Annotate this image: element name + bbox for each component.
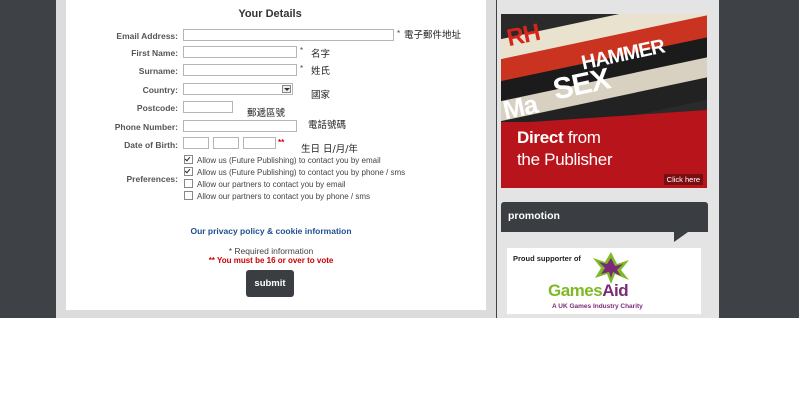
phone-cjk-label: 電話號碼 xyxy=(308,120,347,131)
direct-from-publisher-ad[interactable]: RH SEX HAMMER Ma Direct from the Publish… xyxy=(501,14,707,188)
phone-field[interactable] xyxy=(183,120,297,132)
dob-day-field[interactable] xyxy=(183,137,209,149)
gamesaid-wordmark-aid: Aid xyxy=(602,281,629,300)
submit-button[interactable]: submit xyxy=(246,270,294,297)
surname-cjk-label: 姓氏 xyxy=(311,66,331,77)
surname-label: Surname: xyxy=(138,66,178,76)
pref-option-text: Allow us (Future Publishing) to contact … xyxy=(197,168,406,177)
email-required-mark: * xyxy=(397,29,401,38)
surname-required-mark: * xyxy=(300,64,304,73)
ad-headline-bold: Direct xyxy=(517,128,564,147)
ad-headline-line2: the Publisher xyxy=(517,150,613,169)
ad-click-here-link[interactable]: Click here xyxy=(663,174,703,185)
first-name-field[interactable] xyxy=(183,46,297,58)
country-label: Country: xyxy=(142,85,178,95)
email-cjk-label: 電子郵件地址 xyxy=(404,30,462,41)
form-title: Your Details xyxy=(238,8,302,20)
country-selected-value xyxy=(184,90,186,99)
age-requirement-note: ** You must be 16 or over to vote xyxy=(208,256,334,265)
promotion-header-notch xyxy=(674,232,688,242)
postcode-field[interactable] xyxy=(183,101,233,113)
pref-option-partners-phone[interactable]: Allow our partners to contact you by pho… xyxy=(184,191,370,202)
pref-option-text: Allow our partners to contact you by ema… xyxy=(197,180,346,189)
checkbox-icon[interactable] xyxy=(184,191,193,200)
chevron-down-icon[interactable] xyxy=(282,85,291,93)
dob-required-mark: ** xyxy=(278,138,285,147)
preferences-label: Preferences: xyxy=(126,174,178,184)
gamesaid-tagline: A UK Games Industry Charity xyxy=(552,303,643,310)
dob-month-field[interactable] xyxy=(213,137,239,149)
email-label: Email Address: xyxy=(116,31,178,41)
promo-supporter-text: Proud supporter of xyxy=(513,254,581,263)
promotion-header: promotion xyxy=(501,202,708,232)
privacy-policy-link[interactable]: Our privacy policy & cookie information xyxy=(186,226,356,236)
country-cjk-label: 國家 xyxy=(311,90,331,101)
postcode-cjk-label: 郵遞區號 xyxy=(247,108,286,119)
gamesaid-wordmark: GamesAid xyxy=(548,281,629,301)
checkbox-checked-icon[interactable] xyxy=(184,155,193,164)
surname-field[interactable] xyxy=(183,64,297,76)
email-field[interactable] xyxy=(183,29,394,41)
required-info-note: * Required information xyxy=(228,246,314,256)
first-name-label: First Name: xyxy=(131,48,178,58)
dob-cjk-label: 生日 日/月/年 xyxy=(301,144,358,155)
first-name-required-mark: * xyxy=(300,46,304,55)
pref-option-future-email[interactable]: Allow us (Future Publishing) to contact … xyxy=(184,155,381,166)
ad-headline-rest: from xyxy=(563,128,601,147)
ad-headline-line1: Direct from xyxy=(517,128,601,148)
pref-option-partners-email[interactable]: Allow our partners to contact you by ema… xyxy=(184,179,346,190)
pref-option-text: Allow our partners to contact you by pho… xyxy=(197,192,370,201)
gamesaid-wordmark-games: Games xyxy=(548,281,603,300)
first-name-cjk-label: 名字 xyxy=(311,49,331,60)
checkbox-icon[interactable] xyxy=(184,179,193,188)
gamesaid-promo[interactable]: Proud supporter of GamesAid A UK Games I… xyxy=(507,248,701,314)
dob-year-field[interactable] xyxy=(243,137,276,149)
country-select[interactable] xyxy=(183,83,293,95)
pref-option-future-phone[interactable]: Allow us (Future Publishing) to contact … xyxy=(184,167,405,178)
pref-option-text: Allow us (Future Publishing) to contact … xyxy=(197,156,381,165)
dob-label: Date of Birth: xyxy=(124,140,178,150)
checkbox-checked-icon[interactable] xyxy=(184,167,193,176)
phone-label: Phone Number: xyxy=(114,122,178,132)
postcode-label: Postcode: xyxy=(136,103,178,113)
